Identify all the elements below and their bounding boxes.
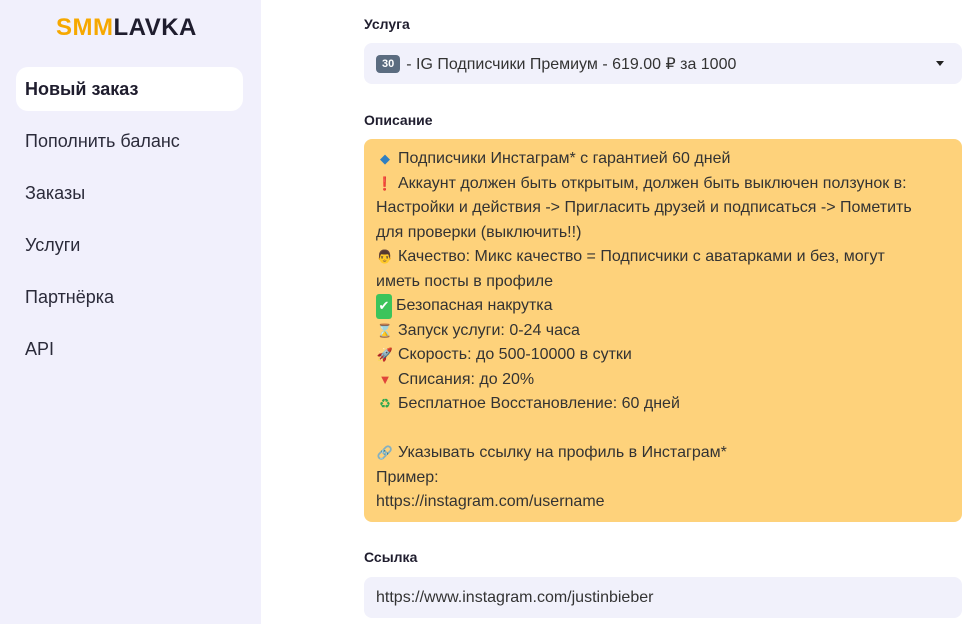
description-label: Описание <box>364 112 433 128</box>
sidebar: SMMLAVKA Новый заказ Пополнить баланс За… <box>0 0 261 624</box>
description-line-text: Аккаунт должен быть открытым, должен быт… <box>398 174 907 192</box>
description-line-text: для проверки (выключить!!) <box>376 223 582 241</box>
logo-part-2: LAVKA <box>113 14 197 41</box>
description-line: 🔗 Указывать ссылку на профиль в Инстаграм… <box>376 441 950 466</box>
logo-part-1: SMM <box>56 14 114 41</box>
description-emoji-icon: 👨 <box>376 249 394 264</box>
description-line-text: Бесплатное Восстановление: 60 дней <box>398 395 680 412</box>
logo[interactable]: SMMLAVKA <box>56 14 197 42</box>
sidebar-item-new-order[interactable]: Новый заказ <box>16 67 243 111</box>
description-emoji-icon: 🚀 <box>376 347 394 362</box>
description-line: 👨 Качество: Микс качество = Подписчики с … <box>376 245 950 270</box>
description-line: ◆ Подписчики Инстаграм* с гарантией 60 дн… <box>376 147 950 172</box>
description-emoji-icon: ♻ <box>379 396 391 411</box>
link-label: Ссылка <box>364 549 418 565</box>
description-line-text: https://instagram.com/username <box>376 493 605 510</box>
description-line: для проверки (выключить!!) <box>376 221 950 246</box>
sidebar-item-add-funds[interactable]: Пополнить баланс <box>16 119 243 163</box>
service-description: ◆ Подписчики Инстаграм* с гарантией 60 дн… <box>364 139 962 522</box>
description-emoji-icon: ✔ <box>376 294 392 319</box>
sidebar-item-api[interactable]: API <box>16 327 243 371</box>
description-line-text: Списания: до 20% <box>398 370 535 388</box>
description-emoji-icon: ◆ <box>380 151 390 166</box>
sidebar-nav: Новый заказ Пополнить баланс Заказы Услу… <box>16 67 243 379</box>
description-line-text: Указывать ссылку на профиль в Инстаграм* <box>398 444 727 461</box>
service-select-value: - IG Подписчики Премиум - 619.00 ₽ за 10… <box>406 55 737 73</box>
chevron-down-icon <box>936 61 944 66</box>
description-line-text: Настройки и действия -> Пригласить друзе… <box>376 199 912 216</box>
description-line-text: Подписчики Инстаграм* с гарантией 60 дне… <box>398 150 731 167</box>
description-line-text: Безопасная накрутка <box>396 297 553 314</box>
description-line: Пример: <box>376 466 950 491</box>
description-line <box>376 417 950 442</box>
description-line: ✔ Безопасная накрутка <box>376 294 950 319</box>
link-input[interactable]: https://www.instagram.com/justinbieber <box>364 577 962 618</box>
description-emoji-icon: ▼ <box>378 371 392 387</box>
service-label: Услуга <box>364 16 410 32</box>
description-line-text: Скорость: до 500-10000 в сутки <box>398 346 632 363</box>
description-emoji-icon: ⌛ <box>376 322 394 338</box>
description-line: ♻ Бесплатное Восстановление: 60 дней <box>376 392 950 417</box>
description-line: 🚀 Скорость: до 500-10000 в сутки <box>376 343 950 368</box>
description-emoji-icon: 🔗 <box>376 445 394 460</box>
description-line: ❗ Аккаунт должен быть открытым, должен бы… <box>376 172 950 197</box>
service-id-badge: 30 <box>376 54 401 73</box>
sidebar-item-affiliate[interactable]: Партнёрка <box>16 275 243 319</box>
description-line-text: Пример: <box>376 468 439 486</box>
description-line-text: Качество: Микс качество = Подписчики с а… <box>398 248 885 265</box>
sidebar-item-services[interactable]: Услуги <box>16 223 243 267</box>
description-emoji-icon: ❗ <box>376 175 394 191</box>
description-line: ▼ Списания: до 20% <box>376 368 950 393</box>
description-line-text: иметь посты в профиле <box>376 272 553 290</box>
description-line-text: Запуск услуги: 0-24 часа <box>398 321 580 339</box>
sidebar-item-orders[interactable]: Заказы <box>16 171 243 215</box>
description-line: https://instagram.com/username <box>376 490 950 515</box>
description-line: Настройки и действия -> Пригласить друзе… <box>376 196 950 221</box>
service-select[interactable]: 30 - IG Подписчики Премиум - 619.00 ₽ за… <box>364 43 962 84</box>
description-line: иметь посты в профиле <box>376 270 950 295</box>
description-line: ⌛ Запуск услуги: 0-24 часа <box>376 319 950 344</box>
